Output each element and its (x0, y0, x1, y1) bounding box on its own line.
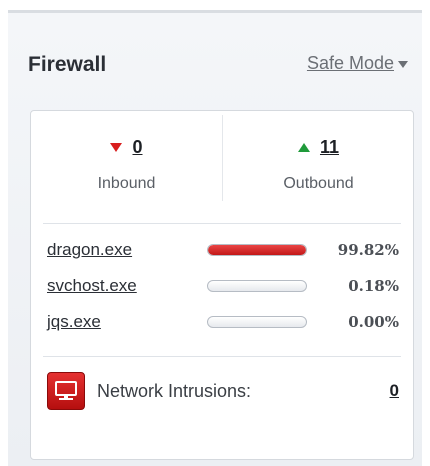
outbound-label: Outbound (283, 175, 354, 192)
network-intrusions-row: Network Intrusions: 0 (47, 371, 399, 411)
inbound-count-link[interactable]: 0 (132, 137, 142, 158)
inbound-stat: 0 Inbound (31, 111, 222, 211)
process-row: jqs.exe 0.00% (47, 309, 399, 335)
traffic-stats: 0 Inbound 11 Outbound (31, 111, 413, 211)
usage-bar (207, 280, 307, 292)
panel-header: Firewall Safe Mode (8, 13, 422, 109)
usage-percent: 99.82% (337, 241, 399, 259)
usage-percent: 0.18% (348, 277, 399, 295)
panel-title: Firewall (28, 53, 107, 76)
mode-label[interactable]: Safe Mode (307, 53, 394, 74)
mode-dropdown[interactable]: Safe Mode (307, 53, 408, 74)
outbound-count-link[interactable]: 11 (320, 137, 339, 158)
intrusions-label: Network Intrusions: (97, 380, 252, 401)
divider (43, 223, 401, 224)
firewall-card: 0 Inbound 11 Outbound dragon.exe 99.82% … (30, 110, 414, 460)
usage-bar-fill (208, 245, 306, 255)
firewall-panel: Firewall Safe Mode 0 Inbound 11 Outbound (8, 10, 422, 466)
outbound-stat: 11 Outbound (223, 111, 414, 211)
process-name-link[interactable]: svchost.exe (47, 276, 207, 296)
usage-bar (207, 316, 307, 328)
inbound-label: Inbound (97, 175, 156, 192)
process-row: svchost.exe 0.18% (47, 273, 399, 299)
process-row: dragon.exe 99.82% (47, 237, 399, 263)
network-computer-icon (47, 372, 85, 410)
chevron-down-icon[interactable] (398, 61, 408, 68)
arrow-up-icon (297, 143, 310, 152)
usage-percent: 0.00% (348, 313, 399, 331)
divider (43, 356, 401, 357)
process-name-link[interactable]: jqs.exe (47, 312, 207, 332)
usage-bar (207, 244, 307, 256)
arrow-down-icon (110, 143, 123, 152)
intrusions-count-link[interactable]: 0 (390, 381, 399, 401)
process-name-link[interactable]: dragon.exe (47, 240, 207, 260)
